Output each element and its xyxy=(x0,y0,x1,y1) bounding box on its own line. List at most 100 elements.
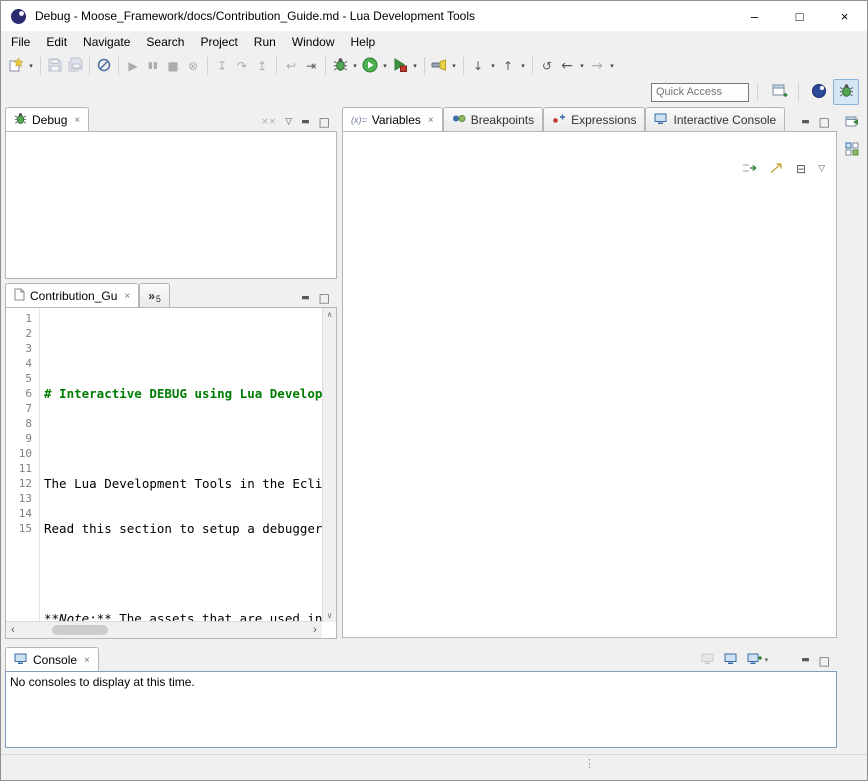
editor-line[interactable] xyxy=(41,341,322,356)
variables-view-menu-icon[interactable]: ▽ xyxy=(818,165,825,174)
toolbar-separator xyxy=(532,57,533,75)
minimized-view-palette-icon[interactable] xyxy=(842,139,862,159)
editor-header: Contribution_Gu × »5 ▬ □ xyxy=(5,283,337,308)
editor-line[interactable]: # Interactive DEBUG using Lua Develop xyxy=(41,386,322,401)
new-wizard-dropdown[interactable]: ▾ xyxy=(26,55,36,77)
tab-breakpoints[interactable]: Breakpoints xyxy=(443,107,543,132)
window-minimize-button[interactable]: – xyxy=(732,1,777,31)
menu-edit[interactable]: Edit xyxy=(38,32,75,52)
variables-maximize-icon[interactable]: □ xyxy=(819,116,830,128)
console-maximize-icon[interactable]: □ xyxy=(819,655,830,667)
debug-button[interactable] xyxy=(330,55,350,77)
drop-to-frame-button[interactable]: ↩ xyxy=(281,55,301,77)
resume-button[interactable]: ▶ xyxy=(123,55,143,77)
debug-view-maximize-icon[interactable]: □ xyxy=(319,116,330,128)
tab-variables[interactable]: (x)= Variables × xyxy=(342,107,443,132)
sash-drag-handle-icon[interactable]: ⋮ xyxy=(584,757,595,770)
menu-project[interactable]: Project xyxy=(192,32,245,52)
editor-tab-overflow[interactable]: »5 xyxy=(139,283,170,308)
external-tools-dropdown[interactable]: ▾ xyxy=(410,55,420,77)
terminate-button[interactable]: ■ xyxy=(163,55,183,77)
tab-debug-close-icon[interactable]: × xyxy=(74,115,80,126)
new-wizard-button[interactable] xyxy=(6,55,26,77)
app-icon[interactable] xyxy=(10,8,27,25)
pin-console-icon[interactable] xyxy=(701,653,715,668)
line-number-ruler[interactable]: 1 2 3 4 5 6 7 8 9 10 11 12 13 14 15 xyxy=(6,308,40,622)
editor-vertical-scrollbar[interactable]: ∧ ∨ xyxy=(322,308,336,622)
menu-run[interactable]: Run xyxy=(246,32,284,52)
last-edit-location-button[interactable]: ↺ xyxy=(537,55,557,77)
step-over-button[interactable]: ↷ xyxy=(232,55,252,77)
open-perspective-button[interactable] xyxy=(768,80,792,104)
tab-expressions[interactable]: Expressions xyxy=(543,107,645,132)
debug-view-menu-icon[interactable]: ▽ xyxy=(285,118,292,127)
save-button[interactable] xyxy=(45,55,65,77)
tab-contribution-guide-close-icon[interactable]: × xyxy=(124,291,130,302)
previous-annotation-dropdown[interactable]: ▾ xyxy=(518,55,528,77)
search-button[interactable] xyxy=(429,55,449,77)
editor-minimize-icon[interactable]: ▬ xyxy=(301,294,310,303)
debug-perspective-button[interactable] xyxy=(833,79,859,105)
scroll-up-icon[interactable]: ∧ xyxy=(327,310,333,319)
use-step-filters-button[interactable]: ⇥ xyxy=(301,55,321,77)
restore-view-icon[interactable] xyxy=(842,111,862,131)
tab-console[interactable]: Console × xyxy=(5,647,99,672)
debug-dropdown[interactable]: ▾ xyxy=(350,55,360,77)
previous-annotation-button[interactable]: ↑ xyxy=(498,55,518,77)
editor-horizontal-scrollbar[interactable]: ‹ › xyxy=(6,621,322,638)
save-all-button[interactable] xyxy=(65,55,85,77)
console-minimize-icon[interactable]: ▬ xyxy=(801,656,810,665)
show-logical-structures-icon[interactable] xyxy=(742,162,757,177)
editor-line[interactable]: Read this section to setup a debugger xyxy=(41,521,322,536)
next-annotation-dropdown[interactable]: ▾ xyxy=(488,55,498,77)
menu-search[interactable]: Search xyxy=(138,32,192,52)
lua-perspective-button[interactable] xyxy=(807,80,831,104)
display-selected-console-icon[interactable] xyxy=(724,653,738,668)
search-dropdown[interactable]: ▾ xyxy=(449,55,459,77)
tab-console-close-icon[interactable]: × xyxy=(84,655,90,666)
editor-line[interactable]: The Lua Development Tools in the Ecli xyxy=(41,476,322,491)
tab-variables-label: Variables xyxy=(372,113,421,127)
tab-contribution-guide[interactable]: Contribution_Gu × xyxy=(5,283,139,308)
next-annotation-button[interactable]: ↓ xyxy=(468,55,488,77)
open-console-icon[interactable] xyxy=(747,653,762,668)
open-console-dropdown[interactable]: ▾ xyxy=(765,657,769,664)
window-maximize-button[interactable]: □ xyxy=(777,1,822,31)
step-into-button[interactable]: ↧ xyxy=(212,55,232,77)
debug-bug-icon xyxy=(333,57,348,75)
tab-interactive-console[interactable]: Interactive Console xyxy=(645,107,785,132)
menu-window[interactable]: Window xyxy=(284,32,343,52)
remove-all-terminated-icon[interactable]: ×× xyxy=(261,118,276,127)
tab-breakpoints-label: Breakpoints xyxy=(471,113,534,127)
scroll-down-icon[interactable]: ∨ xyxy=(327,611,333,620)
menu-navigate[interactable]: Navigate xyxy=(75,32,138,52)
tab-variables-close-icon[interactable]: × xyxy=(428,115,434,126)
back-dropdown[interactable]: ▾ xyxy=(577,55,587,77)
scroll-left-icon[interactable]: ‹ xyxy=(6,622,20,638)
skip-breakpoints-button[interactable] xyxy=(94,55,114,77)
disconnect-button[interactable]: ⊗ xyxy=(183,55,203,77)
quick-access-input[interactable] xyxy=(651,83,749,102)
editor-line[interactable] xyxy=(41,431,322,446)
menu-help[interactable]: Help xyxy=(343,32,384,52)
editor-line[interactable] xyxy=(41,566,322,581)
editor-text-area[interactable]: # Interactive DEBUG using Lua Develop Th… xyxy=(41,308,322,622)
suspend-button[interactable]: ▮▮ xyxy=(143,55,163,77)
variables-minimize-icon[interactable]: ▬ xyxy=(801,118,810,127)
menu-file[interactable]: File xyxy=(3,32,38,52)
step-return-button[interactable]: ↥ xyxy=(252,55,272,77)
horizontal-scroll-thumb[interactable] xyxy=(52,625,108,635)
scroll-right-icon[interactable]: › xyxy=(308,622,322,638)
tab-debug[interactable]: Debug × xyxy=(5,107,89,132)
forward-dropdown[interactable]: ▾ xyxy=(607,55,617,77)
window-close-button[interactable]: × xyxy=(822,1,867,31)
editor-maximize-icon[interactable]: □ xyxy=(319,292,330,304)
debug-view-minimize-icon[interactable]: ▬ xyxy=(301,118,310,127)
show-columns-icon[interactable] xyxy=(769,162,784,177)
forward-button[interactable]: → xyxy=(587,55,607,77)
back-button[interactable]: ← xyxy=(557,55,577,77)
run-button[interactable] xyxy=(360,55,380,77)
collapse-all-icon[interactable]: ⊟ xyxy=(796,163,806,175)
run-dropdown[interactable]: ▾ xyxy=(380,55,390,77)
external-tools-button[interactable] xyxy=(390,55,410,77)
